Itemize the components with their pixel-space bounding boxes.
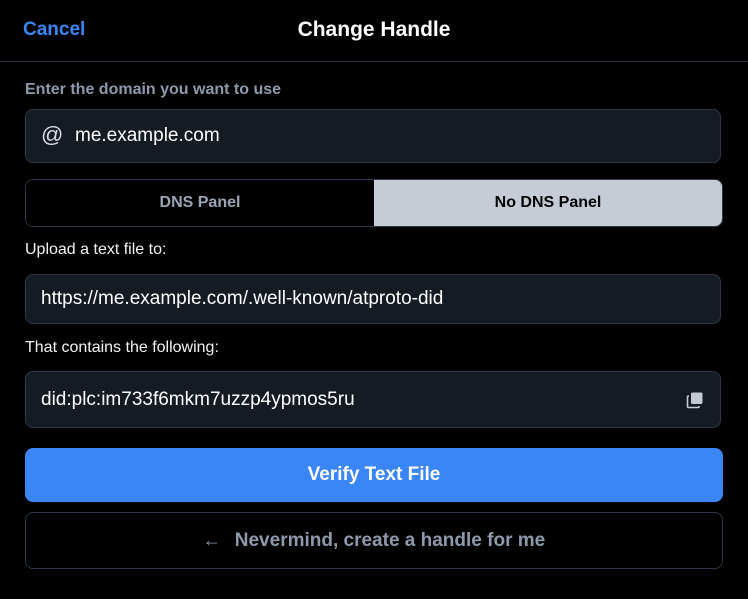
- upload-url-field: https://me.example.com/.well-known/atpro…: [25, 274, 721, 324]
- domain-input[interactable]: [75, 110, 695, 162]
- nevermind-label: Nevermind, create a handle for me: [234, 529, 546, 551]
- contents-label: That contains the following:: [25, 339, 219, 356]
- header: Cancel Change Handle: [0, 0, 748, 62]
- tab-dns-panel[interactable]: DNS Panel: [26, 180, 374, 226]
- did-value-field: did:plc:im733f6mkm7uzzp4ypmos5ru: [25, 371, 721, 428]
- domain-field[interactable]: @: [25, 109, 721, 163]
- at-icon: @: [41, 122, 64, 147]
- copy-icon[interactable]: [686, 391, 704, 409]
- did-value-text: did:plc:im733f6mkm7uzzp4ypmos5ru: [41, 389, 355, 410]
- arrow-left-icon: ←: [202, 530, 221, 550]
- dns-mode-toggle: DNS Panel No DNS Panel: [25, 179, 723, 227]
- page-title: Change Handle: [297, 18, 451, 41]
- upload-label: Upload a text file to:: [25, 241, 167, 258]
- upload-url-text: https://me.example.com/.well-known/atpro…: [41, 288, 444, 309]
- verify-text-file-button[interactable]: Verify Text File: [25, 448, 723, 502]
- tab-no-dns-panel[interactable]: No DNS Panel: [374, 180, 722, 226]
- nevermind-button[interactable]: ← Nevermind, create a handle for me: [25, 512, 723, 569]
- domain-label: Enter the domain you want to use: [25, 81, 282, 98]
